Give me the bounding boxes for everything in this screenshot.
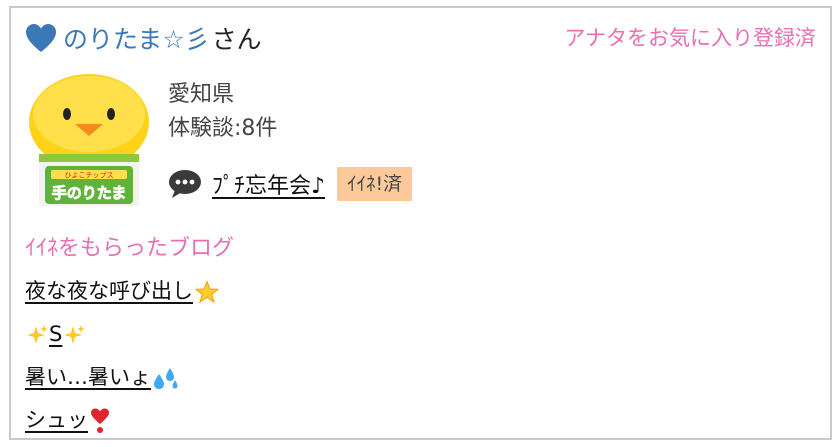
blog-link[interactable]: シュッ <box>25 399 219 442</box>
blog-link[interactable]: S <box>25 313 219 356</box>
blog-title: 暑い…暑いょ <box>25 365 151 389</box>
latest-post: ﾌﾟﾁ忘年会♪ ｲｲﾈ!済 <box>168 164 413 204</box>
user-card: のりたま☆彡 さん アナタをお気に入り登録済 ひよこチップス 手のりたま 愛知県… <box>9 6 832 440</box>
avatar-label: 手のりたま <box>52 184 127 202</box>
honorific: さん <box>211 25 262 54</box>
heart-icon <box>26 24 56 52</box>
sweat-drops-icon <box>154 368 178 389</box>
liked-blogs-list: 夜な夜な呼び出し S 暑い…暑いょ シュッ <box>25 270 219 442</box>
ine-badge[interactable]: ｲｲﾈ!済 <box>337 167 413 201</box>
speech-bubble-icon <box>169 170 201 198</box>
latest-post-link[interactable]: ﾌﾟﾁ忘年会♪ <box>212 168 325 200</box>
blog-link[interactable]: 暑い…暑いょ <box>25 356 219 399</box>
prefecture: 愛知県 <box>168 82 235 107</box>
blog-title: 夜な夜な呼び出し <box>25 279 193 303</box>
exclamation-heart-icon <box>91 408 109 433</box>
avatar[interactable]: ひよこチップス 手のりたま <box>25 74 153 206</box>
blog-title: シュッ <box>25 408 88 432</box>
liked-blogs-heading: ｲｲﾈをもらったブログ <box>25 236 235 261</box>
favorite-status: アナタをお気に入り登録済 <box>564 26 816 50</box>
blog-link[interactable]: 夜な夜な呼び出し <box>25 270 219 313</box>
card-header: のりたま☆彡 さん <box>25 18 262 58</box>
blog-title: S <box>49 322 63 346</box>
profile-meta: 愛知県 体験談:8件 <box>168 78 277 146</box>
star-icon <box>195 280 219 304</box>
sparkles-icon <box>27 325 48 344</box>
user-name-link[interactable]: のりたま☆彡 <box>63 20 210 56</box>
avatar-small-text: ひよこチップス <box>65 172 114 180</box>
sparkles-icon <box>64 325 86 344</box>
review-count: 体験談:8件 <box>168 116 278 141</box>
